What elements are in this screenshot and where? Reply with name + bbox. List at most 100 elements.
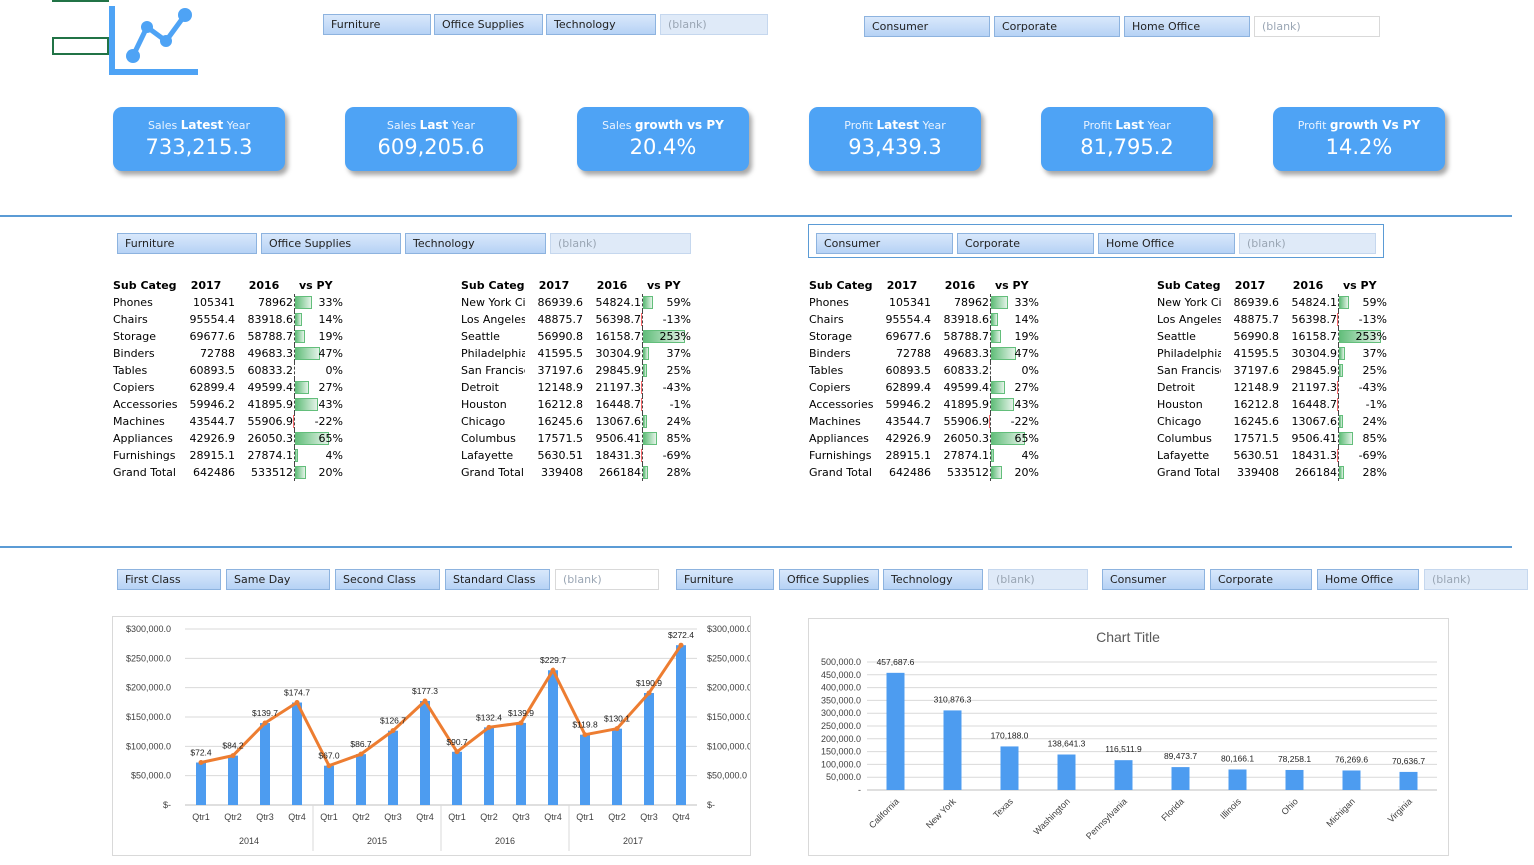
pivot-value-2017[interactable]: 86939.6 xyxy=(525,294,584,311)
pivot-row-label[interactable]: Chairs xyxy=(113,311,177,328)
slicer-item-consumer[interactable]: Consumer xyxy=(1102,569,1205,590)
slicer-item-second-class[interactable]: Second Class xyxy=(335,569,440,590)
slicer-item-office-supplies[interactable]: Office Supplies xyxy=(779,569,879,590)
pivot-vs-py-cell[interactable]: 28% xyxy=(641,464,691,481)
pivot-value-2017[interactable]: 5630.51 xyxy=(1221,447,1280,464)
pivot-value-2016[interactable]: 533512 xyxy=(931,464,989,481)
pivot-row-label[interactable]: Machines xyxy=(809,413,873,430)
slicer-item-technology[interactable]: Technology xyxy=(405,233,546,254)
pivot-value-2016[interactable]: 55906.9 xyxy=(931,413,990,430)
pivot-value-2017[interactable]: 48875.7 xyxy=(525,311,584,328)
pivot-value-2017[interactable]: 12148.9 xyxy=(1221,379,1280,396)
pivot-value-2017[interactable]: 62899.4 xyxy=(177,379,236,396)
pivot-value-2017[interactable]: 95554.4 xyxy=(177,311,236,328)
pivot-column-header[interactable]: Sub Categ xyxy=(1157,277,1221,294)
pivot-row-label[interactable]: Storage xyxy=(809,328,873,345)
pivot-value-2017[interactable]: 37197.6 xyxy=(1221,362,1280,379)
pivot-row-label[interactable]: Furnishings xyxy=(809,447,873,464)
pivot-value-2016[interactable]: 78962 xyxy=(235,294,293,311)
pivot-value-2016[interactable]: 49683.3 xyxy=(931,345,990,362)
pivot-vs-py-cell[interactable]: -1% xyxy=(1337,396,1387,413)
pivot-vs-py-cell[interactable]: 27% xyxy=(293,379,343,396)
pivot-row-label[interactable]: Tables xyxy=(809,362,873,379)
slicer-item-office-supplies[interactable]: Office Supplies xyxy=(434,14,543,35)
pivot-vs-py-cell[interactable]: 4% xyxy=(989,447,1039,464)
pivot-value-2017[interactable]: 72788 xyxy=(177,345,235,362)
slicer-item-furniture[interactable]: Furniture xyxy=(117,233,257,254)
pivot-row-label[interactable]: Grand Total xyxy=(461,464,525,481)
pivot-vs-py-cell[interactable]: 85% xyxy=(1337,430,1387,447)
pivot-value-2017[interactable]: 37197.6 xyxy=(525,362,584,379)
pivot-row-label[interactable]: Binders xyxy=(809,345,873,362)
pivot-value-2017[interactable]: 56990.8 xyxy=(1221,328,1280,345)
pivot-value-2016[interactable]: 30304.9 xyxy=(583,345,642,362)
pivot-column-header[interactable]: 2017 xyxy=(873,277,931,294)
pivot-value-2017[interactable]: 17571.5 xyxy=(1221,430,1280,447)
pivot-value-2016[interactable]: 54824.1 xyxy=(583,294,642,311)
pivot-vs-py-cell[interactable]: 85% xyxy=(641,430,691,447)
slicer-item-corporate[interactable]: Corporate xyxy=(994,16,1120,37)
pivot-column-header[interactable]: vs PY xyxy=(989,277,1039,294)
pivot-value-2016[interactable]: 18431.3 xyxy=(1279,447,1338,464)
pivot-row-label[interactable]: Furnishings xyxy=(113,447,177,464)
pivot-value-2016[interactable]: 30304.9 xyxy=(1279,345,1338,362)
pivot-row-label[interactable]: Phones xyxy=(809,294,873,311)
pivot-vs-py-cell[interactable]: 0% xyxy=(989,362,1039,379)
pivot-value-2016[interactable]: 83918.6 xyxy=(235,311,294,328)
pivot-row-label[interactable]: Grand Total xyxy=(809,464,873,481)
slicer-item-furniture[interactable]: Furniture xyxy=(323,14,431,35)
pivot-column-header[interactable]: Sub Categ xyxy=(113,277,177,294)
slicer-item-corporate[interactable]: Corporate xyxy=(957,233,1094,254)
pivot-row-label[interactable]: Copiers xyxy=(809,379,873,396)
pivot-value-2016[interactable]: 533512 xyxy=(235,464,293,481)
pivot-column-header[interactable]: 2017 xyxy=(177,277,235,294)
pivot-vs-py-cell[interactable]: 14% xyxy=(293,311,343,328)
pivot-vs-py-cell[interactable]: 24% xyxy=(641,413,691,430)
pivot-row-label[interactable]: Seattle xyxy=(1157,328,1221,345)
pivot-row-label[interactable]: San Francisco xyxy=(461,362,525,379)
pivot-value-2016[interactable]: 13067.6 xyxy=(1279,413,1338,430)
pivot-value-2016[interactable]: 54824.1 xyxy=(1279,294,1338,311)
pivot-row-label[interactable]: Accessories xyxy=(113,396,177,413)
pivot-value-2016[interactable]: 16158.7 xyxy=(583,328,642,345)
pivot-column-header[interactable]: vs PY xyxy=(1337,277,1387,294)
pivot-vs-py-cell[interactable]: 28% xyxy=(1337,464,1387,481)
pivot-value-2016[interactable]: 78962 xyxy=(931,294,989,311)
slicer-item-blank[interactable]: (blank) xyxy=(1424,569,1528,590)
pivot-value-2017[interactable]: 42926.9 xyxy=(873,430,932,447)
pivot-value-2016[interactable]: 16448.7 xyxy=(583,396,642,413)
pivot-vs-py-cell[interactable]: -69% xyxy=(1337,447,1387,464)
pivot-vs-py-cell[interactable]: 47% xyxy=(293,345,343,362)
slicer-item-blank[interactable]: (blank) xyxy=(1239,233,1376,254)
pivot-row-label[interactable]: Los Angeles xyxy=(461,311,525,328)
pivot-value-2016[interactable]: 18431.3 xyxy=(583,447,642,464)
pivot-value-2017[interactable]: 28915.1 xyxy=(873,447,932,464)
pivot-vs-py-cell[interactable]: 20% xyxy=(293,464,343,481)
pivot-value-2017[interactable]: 69677.6 xyxy=(177,328,236,345)
slicer-item-blank[interactable]: (blank) xyxy=(1254,16,1380,37)
pivot-row-label[interactable]: Columbus xyxy=(1157,430,1221,447)
slicer-item-home-office[interactable]: Home Office xyxy=(1317,569,1419,590)
pivot-vs-py-cell[interactable]: -13% xyxy=(1337,311,1387,328)
pivot-value-2016[interactable]: 266184 xyxy=(583,464,641,481)
slicer-item-home-office[interactable]: Home Office xyxy=(1124,16,1250,37)
pivot-value-2016[interactable]: 83918.6 xyxy=(931,311,990,328)
slicer-item-standard-class[interactable]: Standard Class xyxy=(445,569,550,590)
pivot-row-label[interactable]: New York City xyxy=(461,294,525,311)
pivot-column-header[interactable]: vs PY xyxy=(641,277,691,294)
pivot-row-label[interactable]: Machines xyxy=(113,413,177,430)
pivot-value-2016[interactable]: 9506.41 xyxy=(583,430,642,447)
pivot-vs-py-cell[interactable]: 37% xyxy=(641,345,691,362)
slicer-item-blank[interactable]: (blank) xyxy=(660,14,768,35)
pivot-column-header[interactable]: 2016 xyxy=(1279,277,1337,294)
pivot-vs-py-cell[interactable]: -69% xyxy=(641,447,691,464)
pivot-row-label[interactable]: New York City xyxy=(1157,294,1221,311)
pivot-value-2017[interactable]: 16212.8 xyxy=(1221,396,1280,413)
pivot-value-2016[interactable]: 60833.2 xyxy=(931,362,990,379)
pivot-vs-py-cell[interactable]: 19% xyxy=(989,328,1039,345)
pivot-value-2017[interactable]: 339408 xyxy=(1221,464,1279,481)
pivot-value-2017[interactable]: 86939.6 xyxy=(1221,294,1280,311)
pivot-value-2016[interactable]: 58788.7 xyxy=(235,328,294,345)
pivot-vs-py-cell[interactable]: 43% xyxy=(293,396,343,413)
pivot-row-label[interactable]: Los Angeles xyxy=(1157,311,1221,328)
